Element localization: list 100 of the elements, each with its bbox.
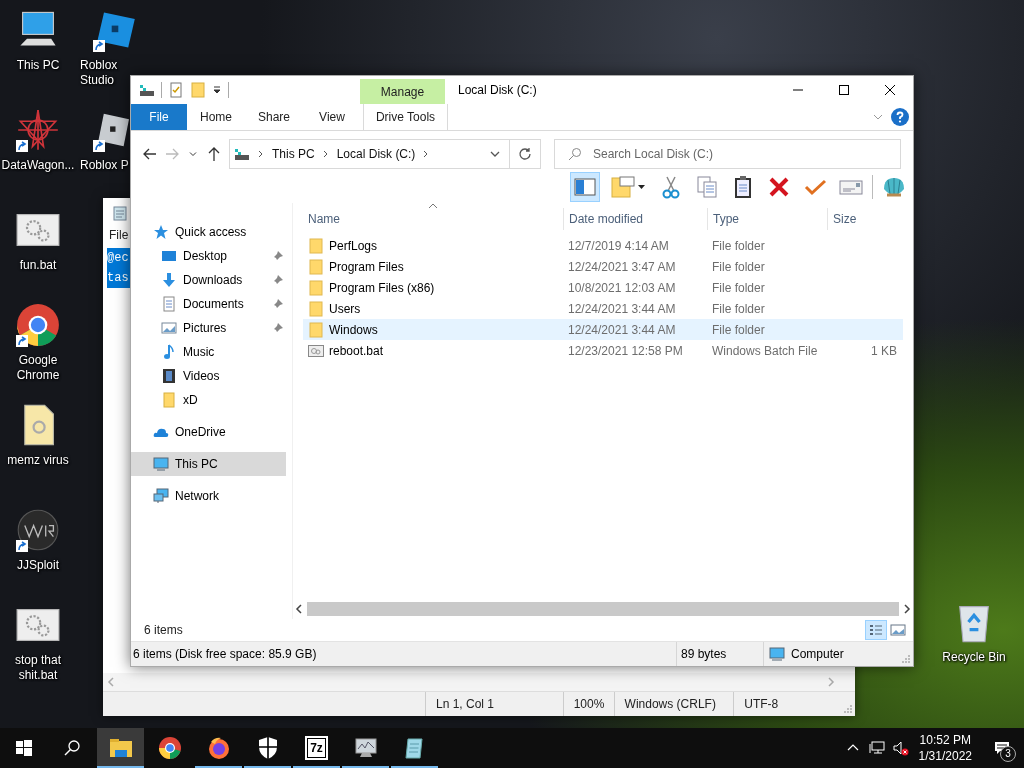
resize-grip-icon[interactable] <box>901 654 911 664</box>
computer-icon <box>153 456 169 472</box>
drive-icon[interactable] <box>139 82 155 98</box>
column-header[interactable]: Date modified <box>563 208 707 230</box>
desktop-icon-label[interactable]: Google Chrome <box>0 353 76 383</box>
help-icon[interactable] <box>891 108 909 126</box>
chrome-icon[interactable] <box>16 303 60 347</box>
ribbon-tab[interactable]: Share <box>245 104 303 130</box>
chevron-right-icon[interactable] <box>257 149 265 158</box>
nav-item[interactable]: Network <box>131 484 286 508</box>
desktop-icon-label[interactable]: Roblox P <box>80 158 129 173</box>
file-explorer-taskbar-button[interactable] <box>97 728 144 768</box>
file-name[interactable]: Users <box>303 298 563 319</box>
desktop-icon <box>161 248 177 264</box>
star-pattern-icon[interactable] <box>16 108 60 152</box>
chrome-icon[interactable] <box>157 736 182 760</box>
pin-icon[interactable] <box>272 322 284 334</box>
scroll-left-icon[interactable] <box>295 604 303 614</box>
table-cell-text: File folder <box>711 300 766 318</box>
maximize-icon[interactable] <box>839 85 849 95</box>
table-cell-text: 1 KB <box>870 342 898 360</box>
file-name[interactable]: Windows <box>303 319 563 340</box>
file-name[interactable]: reboot.bat <box>303 340 563 361</box>
file-name[interactable]: Program Files <box>303 256 563 277</box>
monitor-icon[interactable] <box>353 736 378 760</box>
column-header[interactable]: Size <box>827 208 903 230</box>
notification-count: 3 <box>1000 746 1016 762</box>
clock-date[interactable]: 1/31/2022 <box>918 748 972 764</box>
column-header[interactable]: Name <box>303 208 563 230</box>
clock-time[interactable]: 10:52 PM <box>919 732 971 748</box>
archive-app-taskbar-button[interactable]: 7z <box>293 728 340 768</box>
menu-item[interactable]: File <box>109 228 129 246</box>
column-header[interactable]: Type <box>707 208 827 230</box>
chevron-right-icon[interactable] <box>321 149 330 158</box>
table-cell-text: 12/23/2021 12:58 PM <box>567 342 684 360</box>
file-name[interactable]: PerfLogs <box>303 235 563 256</box>
ribbon-tab[interactable]: File <box>131 104 187 130</box>
nav-item[interactable]: Downloads <box>131 268 286 292</box>
arrow-up-icon[interactable] <box>206 145 222 162</box>
context-tab-group: Manage <box>360 79 445 104</box>
film-icon <box>161 368 177 384</box>
desktop-icon-label[interactable]: memz virus <box>7 453 69 468</box>
ribbon-tab[interactable]: Drive Tools <box>363 104 448 130</box>
window-title: Local Disk (C:) <box>458 83 537 97</box>
scroll-right-icon[interactable] <box>903 604 911 614</box>
table-cell-text: 12/24/2021 3:47 AM <box>567 258 677 276</box>
desktop-icon-label[interactable]: Recycle Bin <box>942 650 1006 665</box>
folder-icon <box>308 279 324 296</box>
nav-item[interactable]: xD <box>131 388 286 412</box>
search-icon[interactable] <box>64 740 80 756</box>
desktop-icon-label[interactable]: Roblox Studio <box>80 58 154 88</box>
desktop-icon-label[interactable]: stop that shit.bat <box>0 653 76 683</box>
firefox-icon[interactable] <box>206 736 231 760</box>
ribbon-tab[interactable]: Home <box>187 104 245 130</box>
folder-icon[interactable] <box>108 736 133 760</box>
item-count: 6 items <box>144 623 183 637</box>
breadcrumb-item[interactable]: Local Disk (C:) <box>336 146 416 161</box>
volume-muted-icon[interactable] <box>892 740 909 756</box>
picture-icon <box>161 320 177 336</box>
close-icon[interactable] <box>885 85 895 95</box>
nav-item[interactable]: Desktop <box>131 244 286 268</box>
properties-icon[interactable] <box>168 82 184 98</box>
nav-item[interactable]: Documents <box>131 292 286 316</box>
nav-item[interactable]: Videos <box>131 364 286 388</box>
nav-item[interactable]: Quick access <box>131 220 286 244</box>
selected-text: @ec <box>107 248 130 268</box>
status-text: UTF-8 <box>733 692 844 716</box>
pin-icon[interactable] <box>272 298 284 310</box>
music-note-icon <box>161 344 177 360</box>
refresh-button[interactable] <box>510 138 541 169</box>
refresh-icon[interactable] <box>518 146 532 161</box>
status-text: 6 items (Disk free space: 85.9 GB) <box>132 646 318 663</box>
file-name[interactable]: Program Files (x86) <box>303 277 563 298</box>
gears-file-icon <box>308 342 324 359</box>
search-field[interactable]: Search Local Disk (C:) <box>554 138 901 169</box>
ribbon-tab[interactable]: View <box>303 104 361 130</box>
nav-item[interactable]: This PC <box>131 452 286 476</box>
nav-item[interactable]: OneDrive <box>131 420 286 444</box>
folder-icon <box>308 321 324 338</box>
breadcrumb-item[interactable]: This PC <box>272 146 315 161</box>
address-bar[interactable]: This PC Local Disk (C:) <box>229 138 510 169</box>
desktop-icon-label[interactable]: JJSploit <box>17 558 59 573</box>
app-icon[interactable] <box>16 508 60 552</box>
nav-item[interactable]: Pictures <box>131 316 286 340</box>
pin-icon[interactable] <box>272 250 284 262</box>
desktop-icon-label[interactable]: DataWagon... <box>1 158 75 173</box>
status-text: Computer <box>791 647 844 661</box>
table-cell-text: File folder <box>711 321 766 339</box>
desktop-icon-label[interactable]: fun.bat <box>19 258 57 273</box>
notepad-icon <box>112 205 128 221</box>
table-cell-text: File folder <box>711 258 766 276</box>
horizontal-scrollbar[interactable] <box>293 601 913 617</box>
folder-icon <box>308 300 324 317</box>
desktop-icon-label[interactable]: This PC <box>16 58 60 73</box>
dropdown-caret-icon[interactable] <box>212 85 222 95</box>
nav-item[interactable]: Music <box>131 340 286 364</box>
network-icon[interactable] <box>868 740 885 756</box>
resize-grip-icon[interactable] <box>843 704 853 714</box>
pin-icon[interactable] <box>272 274 284 286</box>
windows-logo-icon[interactable] <box>16 740 32 756</box>
